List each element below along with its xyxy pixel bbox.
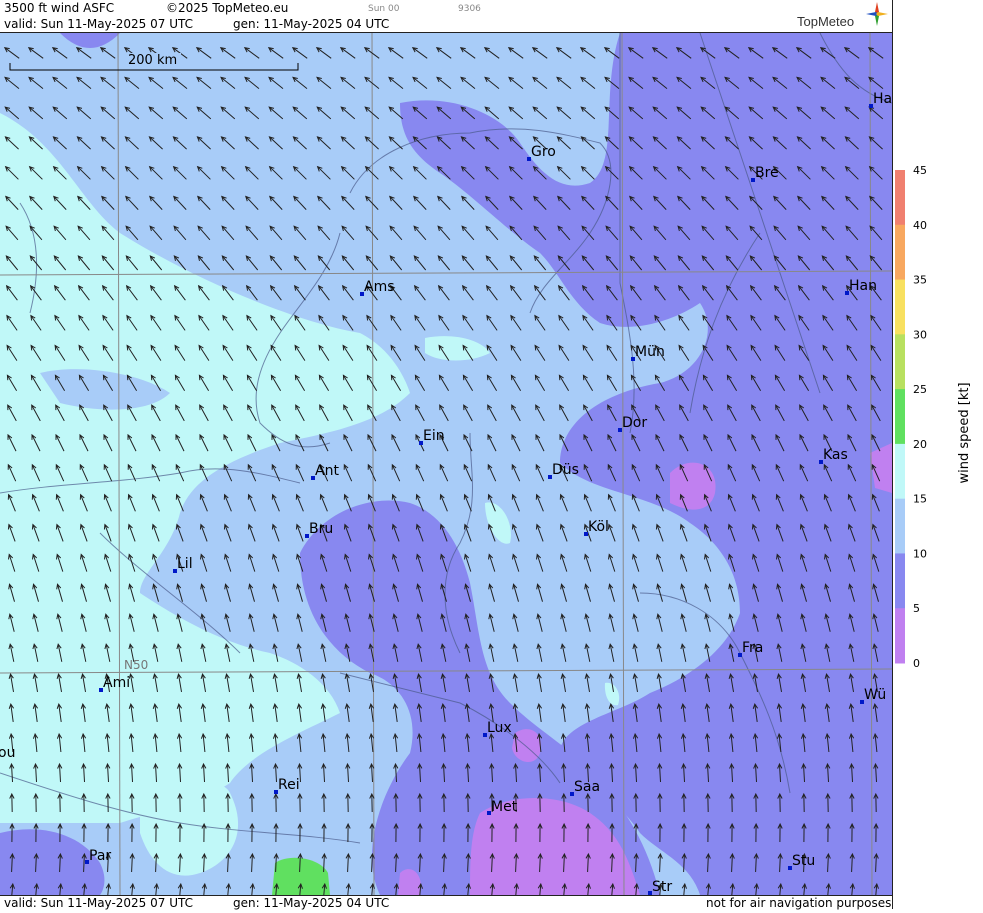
compass-star-icon (866, 2, 888, 26)
legend-tick-label: 25 (913, 383, 927, 396)
latitude-label: N50 (124, 658, 148, 672)
legend-tick-label: 40 (913, 219, 927, 232)
city-label-antwerpen: Ant (315, 463, 339, 479)
legend-color-step (895, 389, 905, 445)
city-label-kassel: Kas (823, 447, 848, 463)
city-label-frankfurt: Fra (742, 640, 763, 656)
legend-color-step (895, 608, 905, 664)
wind-speed-legend: 45 40 35 30 25 20 15 10 5 0 wind speed [kt] (892, 0, 983, 909)
disclaimer: not for air navigation purposes (706, 896, 892, 910)
topmeteo-logo[interactable]: TopMeteo (797, 14, 854, 29)
legend-tick-label: 10 (913, 547, 927, 560)
city-label-hamburg: Ha (873, 91, 892, 107)
legend-color-step (895, 553, 905, 609)
city-label-duesseldorf: Düs (552, 462, 579, 478)
legend-color-step (895, 279, 905, 335)
footer-generated-time: gen: 11-May-2025 04 UTC (233, 896, 390, 910)
legend-color-step (895, 498, 905, 554)
city-label-saarbruecken: Saa (574, 779, 600, 795)
city-label-eindhoven: Ein (423, 428, 445, 444)
copyright: ©2025 TopMeteo.eu (166, 1, 289, 15)
city-label-luxemburg: Lux (487, 720, 512, 736)
header-small-time: Sun 00 (368, 4, 400, 14)
city-label-bremen: Bre (755, 165, 779, 181)
city-label-stuttgart: Stu (792, 853, 815, 869)
city-label-bruessel: Bru (309, 521, 333, 537)
city-label-dortmund: Dor (622, 415, 647, 431)
header-small-id: 9306 (458, 4, 481, 14)
map-title: 3500 ft wind ASFC (4, 1, 115, 15)
city-label-koeln: Köl (588, 519, 609, 535)
legend-tick-label: 20 (913, 438, 927, 451)
generated-time: gen: 11-May-2025 04 UTC (233, 17, 390, 31)
legend-tick-label: 45 (913, 164, 927, 177)
wind-map[interactable]: 200 km N50 Gro Bre Ha Ams Han Mün Dor Ei… (0, 33, 892, 895)
city-label-paris: Par (89, 848, 111, 864)
footer: valid: Sun 11-May-2025 07 UTC gen: 11-Ma… (0, 895, 892, 910)
legend-color-step (895, 224, 905, 281)
legend-tick-label: 30 (913, 328, 927, 341)
city-label-lille: Lil (177, 556, 193, 572)
legend-tick-label: 0 (913, 657, 920, 670)
city-label-reims: Rei (278, 777, 300, 793)
city-label-amiens: Ami (103, 675, 130, 691)
city-label-wuerzburg: Wü (864, 687, 886, 703)
city-label-muenster: Mün (635, 344, 665, 360)
legend-tick-label: 5 (913, 602, 920, 615)
legend-tick-label: 15 (913, 493, 927, 506)
city-label-groningen: Gro (531, 144, 556, 160)
valid-time: valid: Sun 11-May-2025 07 UTC (4, 17, 193, 31)
legend-color-step (895, 334, 905, 390)
legend-color-step (895, 443, 905, 500)
city-label-metz: Met (491, 799, 518, 815)
legend-axis-label: wind speed [kt] (957, 382, 972, 483)
legend-tick-label: 35 (913, 274, 927, 287)
scale-label: 200 km (128, 53, 177, 68)
header: 3500 ft wind ASFC ©2025 TopMeteo.eu Sun … (0, 0, 892, 33)
legend-color-step (895, 170, 905, 226)
city-label-strasbourg: Str (652, 879, 672, 895)
city-label-amsterdam: Ams (364, 279, 395, 295)
city-label-rouen: ou (0, 745, 15, 761)
city-label-hannover: Han (849, 278, 877, 294)
footer-valid-time: valid: Sun 11-May-2025 07 UTC (4, 896, 193, 910)
